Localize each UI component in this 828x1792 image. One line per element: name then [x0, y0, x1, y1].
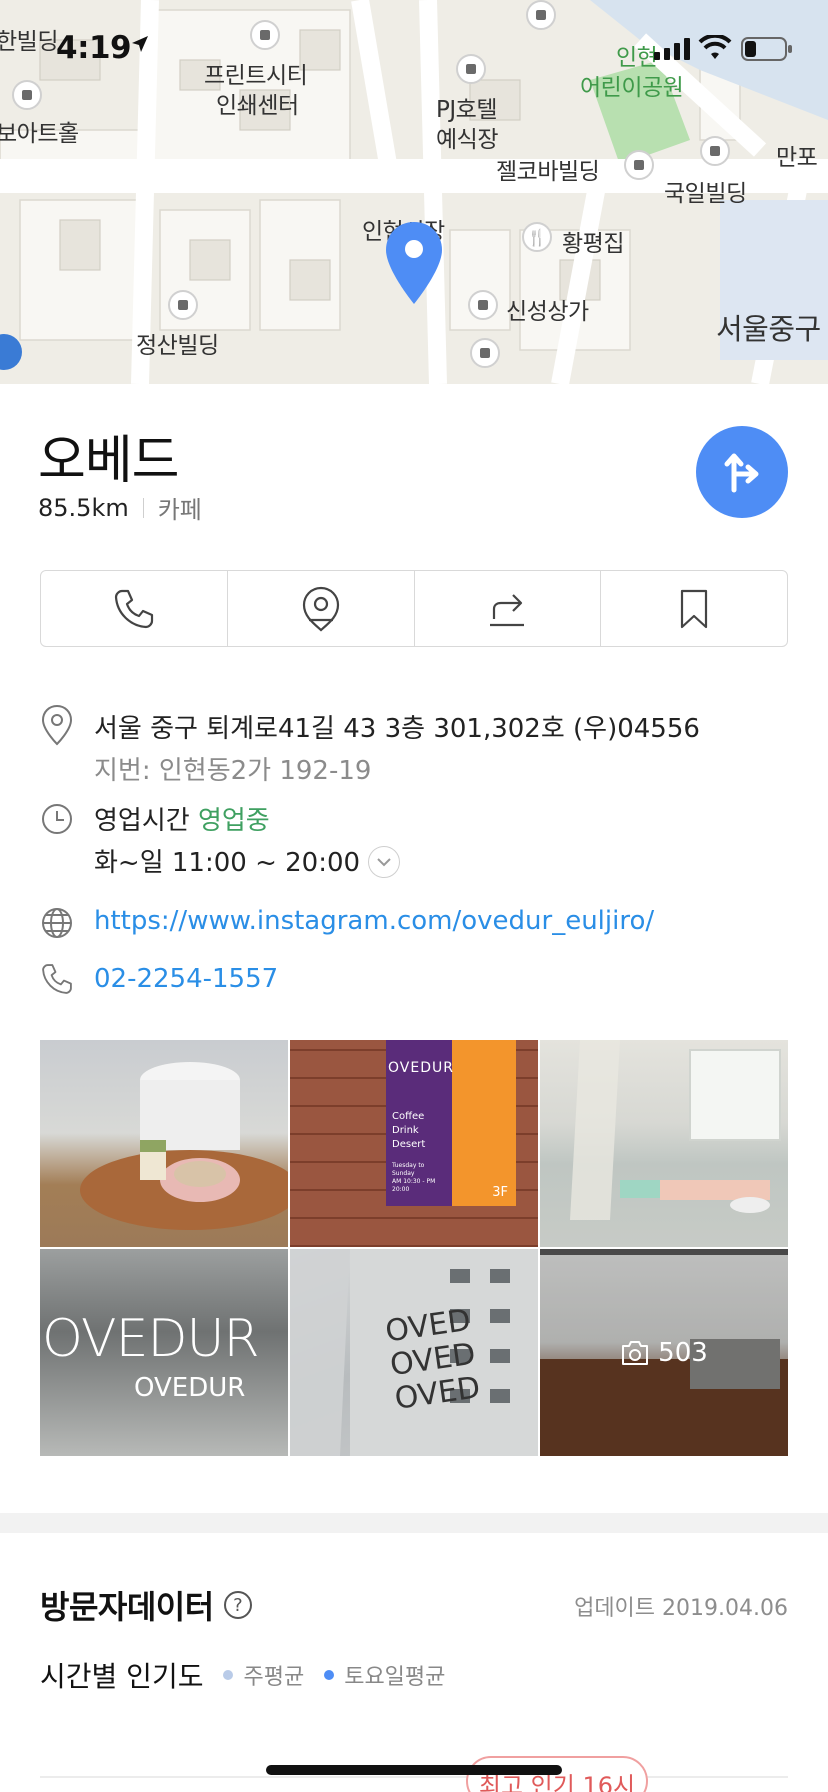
- share-button[interactable]: [415, 571, 602, 646]
- location-pin-icon[interactable]: [383, 220, 445, 306]
- restaurant-icon[interactable]: 🍴: [522, 222, 552, 252]
- website-link[interactable]: https://www.instagram.com/ovedur_euljiro…: [94, 906, 654, 936]
- map-label: PJ호텔: [436, 97, 497, 123]
- place-category[interactable]: 카페: [158, 490, 202, 525]
- signal-icon: [654, 38, 690, 60]
- expand-hours-button[interactable]: [368, 845, 401, 878]
- photo-thumbnail-more[interactable]: 503: [540, 1249, 788, 1456]
- photo-sign: Coffee Drink Desert Tuesday to Sunday AM…: [386, 1040, 516, 1206]
- open-status: 영업중: [197, 806, 270, 836]
- map-view[interactable]: 🍴 한빌딩 보아트홀 프린트시티 인쇄센터 PJ호텔 예식장 인현 어린이공원 …: [0, 0, 828, 384]
- globe-icon: [42, 908, 72, 938]
- hourly-label: 시간별 인기도: [40, 1660, 204, 1693]
- section-divider: [0, 1513, 828, 1533]
- photo-thumbnail[interactable]: Coffee Drink Desert Tuesday to Sunday AM…: [290, 1040, 538, 1247]
- place-meta: 85.5km 카페: [38, 490, 202, 525]
- sign-hours: Tuesday to Sunday: [392, 1162, 425, 1177]
- photo-cake-coffee: [80, 1062, 288, 1230]
- window-text-small: OVEDUR: [134, 1373, 246, 1403]
- home-indicator[interactable]: [266, 1765, 562, 1775]
- map-label: 젤코바빌딩: [496, 159, 600, 185]
- hours-text: 화~일 11:00 ~ 20:00: [94, 848, 361, 878]
- facade-text: OVEDOVEDOVED: [383, 1302, 483, 1417]
- sign-line: Desert: [392, 1139, 426, 1150]
- map-label: 보아트홀: [0, 121, 79, 147]
- photo-thumbnail[interactable]: OVEDUR OVEDUR: [40, 1249, 288, 1456]
- camera-icon: [622, 1340, 649, 1365]
- place-distance: 85.5km: [38, 493, 129, 522]
- legend-label: 주평균: [243, 1665, 305, 1690]
- wifi-icon: [698, 35, 732, 59]
- poi-marker[interactable]: [470, 338, 500, 368]
- map-label: 예식장: [436, 127, 498, 153]
- map-label: 신성상가: [506, 299, 589, 325]
- photo-thumbnail[interactable]: OVEDOVEDOVED: [290, 1249, 538, 1456]
- battery-icon: [741, 37, 792, 61]
- sign-brand: OVEDUR: [388, 1060, 454, 1076]
- hours-detail[interactable]: 화~일 11:00 ~ 20:00: [94, 842, 401, 880]
- sign-line: Drink: [392, 1125, 419, 1136]
- photo-thumbnail[interactable]: [40, 1040, 288, 1247]
- location-arrow-icon: [132, 36, 148, 52]
- sign-floor: 3F: [492, 1185, 508, 1200]
- updated-date: 업데이트 2019.04.06: [574, 1596, 788, 1621]
- status-time: 4:19: [56, 30, 132, 66]
- map-label: 인쇄센터: [216, 93, 299, 119]
- photo-count: 503: [540, 1249, 788, 1456]
- share-icon: [490, 593, 525, 626]
- poi-marker[interactable]: [700, 136, 730, 166]
- legend-label: 토요일평균: [344, 1665, 446, 1690]
- directions-button[interactable]: [696, 426, 788, 518]
- map-label: 만포: [776, 145, 818, 171]
- phone-link[interactable]: 02-2254-1557: [94, 964, 278, 994]
- bookmark-icon: [681, 589, 708, 628]
- map-label: 국일빌딩: [664, 181, 747, 207]
- street-view-button[interactable]: [228, 571, 415, 646]
- meta-divider: [142, 497, 144, 518]
- place-title: 오베드: [38, 431, 180, 491]
- photo-thumbnail[interactable]: [540, 1040, 788, 1247]
- phone-icon: [114, 589, 153, 628]
- hours-label: 영업시간: [94, 806, 190, 836]
- clock-icon: [42, 804, 72, 834]
- call-button[interactable]: [41, 571, 228, 646]
- hourly-popularity: 시간별 인기도 주평균 토요일평균: [40, 1655, 445, 1695]
- legend-dot: [223, 1670, 234, 1680]
- poi-marker[interactable]: [468, 290, 498, 320]
- legend-weekday-avg: 주평균: [223, 1659, 304, 1691]
- chart-baseline: [40, 1776, 788, 1778]
- address[interactable]: 서울 중구 퇴계로41길 43 3층 301,302호 (우)04556: [94, 708, 700, 745]
- status-bar: 4:19: [0, 0, 828, 90]
- poi-marker[interactable]: [624, 150, 654, 180]
- phone-icon: [42, 964, 72, 994]
- directions-icon: [724, 453, 759, 493]
- map-label: 황평집: [562, 231, 624, 257]
- action-bar: [40, 570, 788, 647]
- map-label: 정산빌딩: [136, 333, 219, 359]
- help-icon[interactable]: ?: [223, 1591, 252, 1619]
- window-text-large: OVEDUR: [42, 1309, 260, 1369]
- photo-count-value: 503: [658, 1337, 708, 1368]
- poi-marker[interactable]: [168, 290, 198, 320]
- map-label: 서울중구: [716, 312, 821, 346]
- visitor-data-title: 방문자데이터 ?: [40, 1582, 252, 1628]
- visitor-data-heading: 방문자데이터: [40, 1588, 214, 1626]
- street-view-icon: [302, 586, 339, 631]
- hours-row: 영업시간 영업중: [94, 800, 270, 837]
- sign-time: AM 10:30 - PM 20:00: [392, 1178, 436, 1193]
- chevron-down-icon: [377, 857, 391, 866]
- bookmark-button[interactable]: [601, 571, 787, 646]
- photo-grid: Coffee Drink Desert Tuesday to Sunday AM…: [40, 1040, 788, 1456]
- legend-dot: [324, 1670, 335, 1680]
- location-pin-icon: [41, 704, 73, 746]
- sign-line: Coffee: [392, 1111, 425, 1122]
- lot-address: 지번: 인현동2가 192-19: [94, 756, 372, 786]
- legend-saturday-avg: 토요일평균: [324, 1659, 445, 1691]
- photo-interior: [570, 1040, 781, 1220]
